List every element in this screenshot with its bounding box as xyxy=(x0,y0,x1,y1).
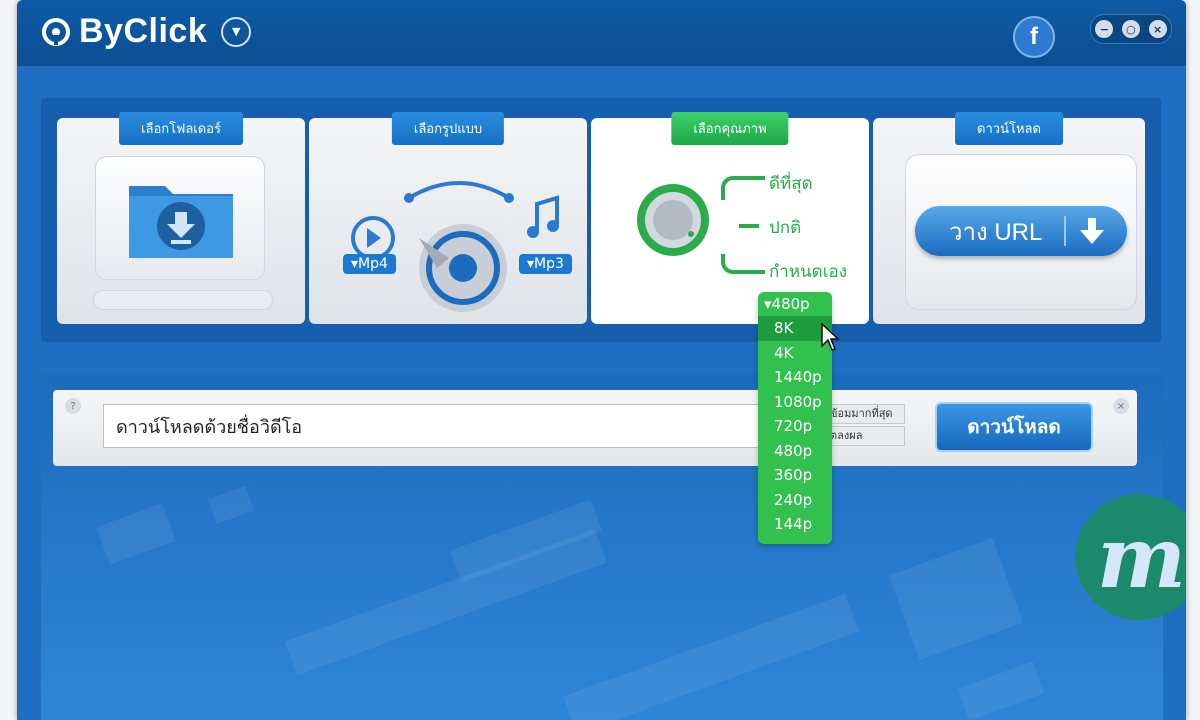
watermark-letter-icon: m xyxy=(1097,508,1186,607)
background-decoration xyxy=(888,537,1024,661)
background-decoration xyxy=(96,503,176,565)
subtitle-option: ตลงผล xyxy=(825,426,905,446)
maximize-icon[interactable]: ○ xyxy=(1121,20,1140,38)
audio-format-dropdown[interactable]: ▾Mp3 xyxy=(519,254,572,274)
steps-panel: เลือกโฟลเดอร์ เลือกรูปแบบ ▾Mp4 ▾Mp3 เลือ… xyxy=(41,98,1161,342)
format-dial-icon xyxy=(351,181,559,312)
step-folder-label: เลือกโฟลเดอร์ xyxy=(119,112,243,145)
folder-download-icon xyxy=(129,186,233,258)
video-format-dropdown[interactable]: ▾Mp4 xyxy=(343,254,396,274)
subtitle-options[interactable]: ข้อมมากที่สุด ตลงผล xyxy=(825,404,905,446)
background-decoration xyxy=(284,528,608,676)
quality-item[interactable]: 360p xyxy=(758,463,832,488)
background-decoration xyxy=(957,661,1045,720)
step-format: เลือกรูปแบบ ▾Mp4 ▾Mp3 xyxy=(309,112,587,324)
brand: ByClick ▼ xyxy=(41,12,252,51)
close-row-icon[interactable]: × xyxy=(1113,398,1129,414)
quality-item[interactable]: 144p xyxy=(758,512,832,537)
quality-connector-mid xyxy=(739,224,759,228)
background-decoration xyxy=(563,593,859,720)
quality-item[interactable]: 480p xyxy=(758,439,832,464)
quality-option-normal[interactable]: ปกติ xyxy=(769,214,801,241)
paste-url-label: วาง URL xyxy=(949,218,1043,246)
quality-connector-bottom xyxy=(721,254,765,274)
byclick-logo-icon xyxy=(42,17,70,46)
facebook-icon[interactable]: f xyxy=(1013,16,1055,58)
step-download-label: ดาวน์โหลด xyxy=(955,112,1063,145)
quality-knob-icon[interactable] xyxy=(635,182,711,258)
mouse-cursor-icon xyxy=(821,322,840,351)
audio-format-value: Mp3 xyxy=(534,256,564,272)
quality-option-custom[interactable]: กำหนดเอง xyxy=(769,258,847,285)
background-decoration xyxy=(207,485,255,525)
folder-path-field[interactable] xyxy=(93,290,273,310)
minimize-icon[interactable]: − xyxy=(1095,20,1114,38)
paste-url-button[interactable]: วาง URL xyxy=(915,206,1127,256)
video-format-value: Mp4 xyxy=(358,256,388,272)
quality-item[interactable]: 240p xyxy=(758,488,832,513)
quality-item[interactable]: 720p xyxy=(758,414,832,439)
download-list-area: ? ข้อมมากที่สุด ตลงผล ดาวน์โหลด × xyxy=(41,374,1163,720)
close-icon[interactable]: × xyxy=(1148,20,1167,38)
step-download: ดาวน์โหลด วาง URL xyxy=(873,112,1145,324)
quality-dropdown-selected[interactable]: ▾480p xyxy=(758,292,832,316)
app-window: ByClick ▼ f − ○ × เลือกโฟลเดอร์ เลือกรูป… xyxy=(17,0,1186,720)
download-arrow-icon xyxy=(1080,218,1105,244)
paste-box: วาง URL xyxy=(905,154,1137,310)
title-bar: ByClick ▼ f − ○ × xyxy=(17,0,1186,66)
choose-folder-button[interactable] xyxy=(95,156,265,280)
download-row: ? ข้อมมากที่สุด ตลงผล ดาวน์โหลด × xyxy=(53,390,1137,466)
subtitle-option: ข้อมมากที่สุด xyxy=(825,404,905,424)
app-title: ByClick xyxy=(79,12,208,50)
step-quality-label: เลือกคุณภาพ xyxy=(671,112,789,145)
quality-connector-top xyxy=(721,176,765,200)
window-controls: − ○ × xyxy=(1090,14,1172,44)
step-folder: เลือกโฟลเดอร์ xyxy=(57,112,305,324)
step-format-label: เลือกรูปแบบ xyxy=(391,112,505,145)
quality-selected-value: 480p xyxy=(771,295,810,313)
quality-item[interactable]: 1080p xyxy=(758,390,832,415)
paste-divider xyxy=(1064,216,1067,246)
help-icon[interactable]: ? xyxy=(65,398,81,414)
video-name-input[interactable] xyxy=(103,404,763,448)
app-menu-chevron-icon[interactable]: ▼ xyxy=(221,16,252,47)
quality-item[interactable]: 1440p xyxy=(758,365,832,390)
download-button[interactable]: ดาวน์โหลด xyxy=(937,404,1091,450)
quality-option-best[interactable]: ดีที่สุด xyxy=(769,170,813,197)
